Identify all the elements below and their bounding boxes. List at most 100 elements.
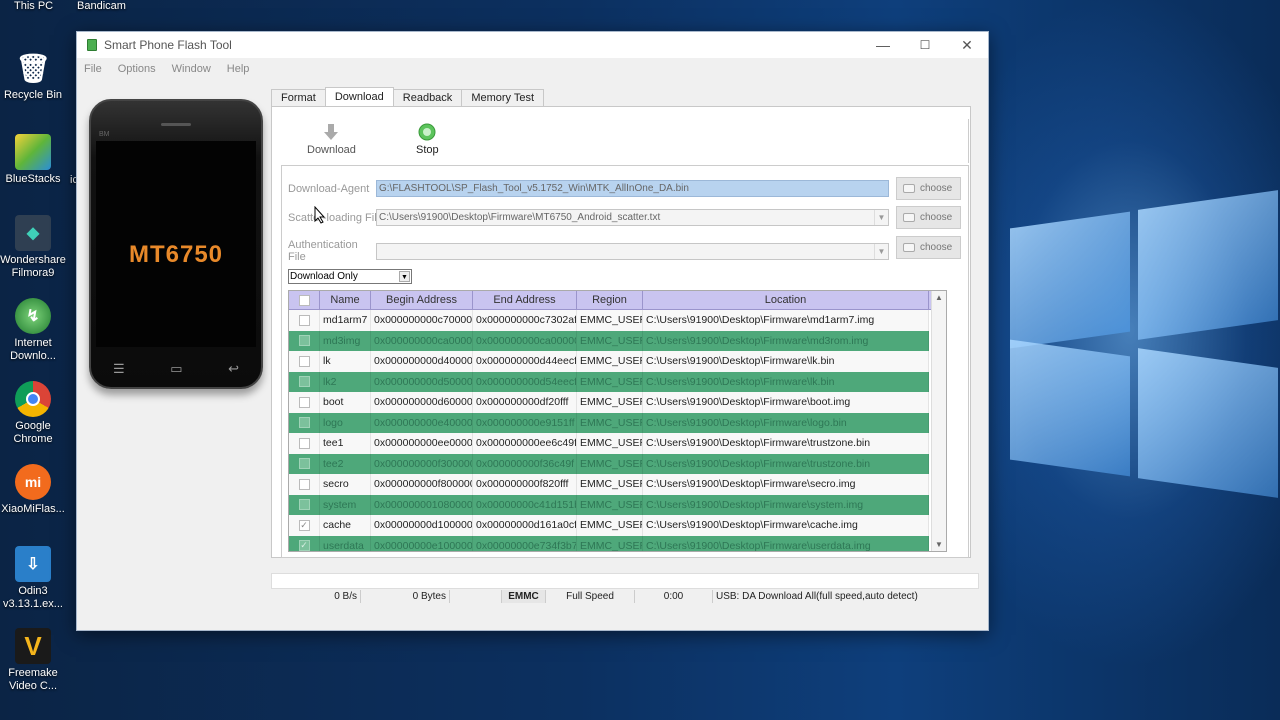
cell-region: EMMC_USER [577, 310, 643, 331]
desktop-icon-bandicam[interactable]: Bandicam [77, 0, 126, 12]
table-row[interactable]: ✓ cache 0x00000000d1000000 0x00000000d161a0… [289, 515, 946, 536]
row-checkbox-cell[interactable] [289, 310, 320, 331]
row-checkbox-cell[interactable] [289, 330, 320, 351]
row-checkbox[interactable]: ✓ [298, 540, 310, 551]
chevron-down-icon[interactable]: ▼ [874, 243, 888, 259]
desktop-icon-label: XiaoMiFlas... [1, 503, 65, 515]
toolbar: Download Stop [282, 119, 969, 163]
desktop-icon-label: Recycle Bin [3, 89, 63, 101]
table-scrollbar[interactable]: ▲ ▼ [931, 291, 946, 551]
cell-end-address: 0x000000000df20fff [473, 392, 577, 413]
row-checkbox-cell[interactable] [289, 371, 320, 392]
cell-end-address: 0x000000000e9151ff [473, 412, 577, 433]
row-checkbox[interactable] [298, 355, 310, 367]
tab-memory-test[interactable]: Memory Test [461, 89, 545, 107]
download-mode-select[interactable]: Download Only ▼ [288, 269, 412, 284]
desktop-icon-this-pc[interactable]: This PC [14, 0, 53, 12]
desktop-icon-freemake[interactable]: V Freemake Video C... [2, 628, 64, 693]
stop-icon [418, 123, 436, 141]
row-checkbox[interactable] [298, 499, 310, 511]
menu-help[interactable]: Help [227, 63, 250, 75]
table-row[interactable]: md3img 0x000000000ca00000 0x000000000ca000… [289, 330, 946, 351]
row-checkbox-cell[interactable] [289, 494, 320, 515]
tab-download[interactable]: Download [324, 87, 394, 107]
stop-button[interactable]: Stop [416, 123, 439, 156]
table-row[interactable]: md1arm7 0x000000000c700000 0x000000000c730… [289, 310, 946, 331]
menu-window[interactable]: Window [172, 63, 211, 75]
maximize-button[interactable]: ☐ [904, 32, 946, 58]
row-checkbox[interactable] [298, 458, 310, 470]
cell-begin-address: 0x000000000ca00000 [371, 330, 473, 351]
tab-bar: Format Download Readback Memory Test [271, 87, 545, 107]
row-checkbox[interactable] [298, 478, 310, 490]
desktop-icon-odin3[interactable]: ⇩ Odin3 v3.13.1.ex... [2, 546, 64, 611]
menu-file[interactable]: File [84, 63, 102, 75]
cell-end-address: 0x00000000d161a0cf [473, 515, 577, 536]
scatter-row: Scatter-loading File C:\Users\91900\Desk… [288, 209, 889, 226]
row-checkbox-cell[interactable]: ✓ [289, 535, 320, 551]
row-checkbox-cell[interactable] [289, 433, 320, 454]
select-all-checkbox-cell[interactable] [289, 291, 320, 309]
chevron-down-icon[interactable]: ▼ [399, 271, 410, 282]
table-row[interactable]: ✓ userdata 0x00000000e1000000 0x00000000e73… [289, 535, 946, 551]
desktop-icon-label: Bandicam [77, 0, 126, 12]
row-checkbox-cell[interactable] [289, 351, 320, 372]
table-row[interactable]: secro 0x000000000f800000 0x000000000f820ff… [289, 474, 946, 495]
minimize-button[interactable]: — [862, 32, 904, 58]
download-button[interactable]: Download [307, 123, 356, 156]
scroll-down-icon[interactable]: ▼ [935, 540, 943, 549]
row-checkbox-cell[interactable] [289, 474, 320, 495]
download-agent-choose-button[interactable]: choose [896, 177, 961, 200]
desktop-icon-recycle-bin[interactable]: 🗑 Recycle Bin [2, 50, 64, 102]
auth-choose-button[interactable]: choose [896, 236, 961, 259]
table-row[interactable]: system 0x0000000010800000 0x00000000c41d15… [289, 494, 946, 515]
row-checkbox-cell[interactable] [289, 453, 320, 474]
desktop-icon-bluestacks[interactable]: BlueStacks [2, 134, 64, 186]
table-row[interactable]: tee1 0x000000000ee00000 0x000000000ee6c49f… [289, 433, 946, 454]
tab-format[interactable]: Format [271, 89, 326, 107]
select-all-checkbox[interactable] [298, 294, 310, 306]
download-tab-panel: Download Stop Download-Agent G:\FLASHTOO… [271, 106, 971, 558]
cell-name: system [320, 494, 371, 515]
mode-value: Download Only [290, 271, 358, 282]
cell-name: lk [320, 351, 371, 372]
desktop-icon-internet-download-manager[interactable]: ↯ Internet Downlo... [2, 298, 64, 363]
folder-icon [903, 184, 915, 193]
row-checkbox[interactable] [298, 314, 310, 326]
title-bar[interactable]: Smart Phone Flash Tool — ☐ ✕ [77, 32, 988, 58]
row-checkbox[interactable]: ✓ [298, 519, 310, 531]
cell-location: C:\Users\91900\Desktop\Firmware\md1arm7.… [643, 310, 929, 331]
table-row[interactable]: logo 0x000000000e400000 0x000000000e9151ff… [289, 412, 946, 433]
row-checkbox[interactable] [298, 417, 310, 429]
scroll-up-icon[interactable]: ▲ [935, 293, 943, 302]
desktop-icon-filmora[interactable]: ◆ Wondershare Filmora9 [0, 215, 66, 280]
menu-options[interactable]: Options [118, 63, 156, 75]
desktop-icon-xiaomiflash[interactable]: mi XiaoMiFlas... [1, 464, 65, 516]
chevron-down-icon[interactable]: ▼ [874, 210, 888, 225]
auth-input[interactable]: ▼ [376, 242, 889, 260]
row-checkbox[interactable] [298, 396, 310, 408]
row-checkbox[interactable] [298, 335, 310, 347]
table-row[interactable]: boot 0x000000000d600000 0x000000000df20fff… [289, 392, 946, 413]
cell-region: EMMC_USER [577, 494, 643, 515]
download-agent-input[interactable]: G:\FLASHTOOL\SP_Flash_Tool_v5.1752_Win\M… [376, 180, 889, 197]
row-checkbox-cell[interactable]: ✓ [289, 515, 320, 536]
table-row[interactable]: lk 0x000000000d400000 0x000000000d44eecf EM… [289, 351, 946, 372]
row-checkbox-cell[interactable] [289, 392, 320, 413]
desktop-icon-google-chrome[interactable]: Google Chrome [2, 381, 64, 446]
desktop-icon-label: Freemake Video C... [8, 667, 58, 692]
scatter-input[interactable]: C:\Users\91900\Desktop\Firmware\MT6750_A… [376, 209, 889, 226]
phone-nav-buttons: ☰ ▭ ↩ [113, 361, 239, 377]
cell-name: cache [320, 515, 371, 536]
scatter-choose-button[interactable]: choose [896, 206, 961, 229]
cell-begin-address: 0x0000000010800000 [371, 494, 473, 515]
row-checkbox-cell[interactable] [289, 412, 320, 433]
table-row[interactable]: tee2 0x000000000f300000 0x000000000f36c49f… [289, 453, 946, 474]
odin-download-icon: ⇩ [15, 546, 51, 582]
row-checkbox[interactable] [298, 376, 310, 388]
table-row[interactable]: lk2 0x000000000d500000 0x000000000d54eecf E… [289, 371, 946, 392]
tab-readback[interactable]: Readback [392, 89, 463, 107]
close-button[interactable]: ✕ [946, 32, 988, 58]
cell-name: boot [320, 392, 371, 413]
row-checkbox[interactable] [298, 437, 310, 449]
